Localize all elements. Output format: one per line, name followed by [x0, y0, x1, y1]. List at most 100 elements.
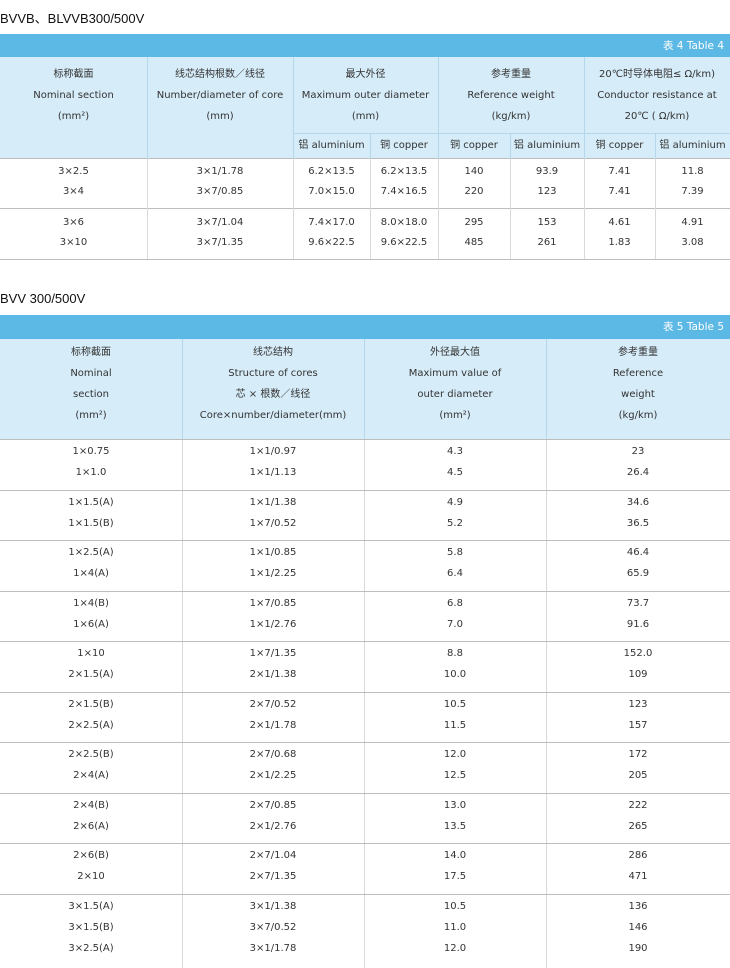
table5-cell: 205 — [628, 770, 648, 781]
table5-cell: 1×1.0 — [75, 467, 107, 478]
table5-cell: 2×6(B) — [73, 850, 109, 861]
table5-cell: 12.5 — [443, 770, 467, 781]
table5-cell: 190 — [628, 942, 648, 954]
table5-cell: 2×7/1.04 — [249, 850, 297, 861]
table5-cell: 11.0 — [443, 921, 467, 933]
table5-cell: 2×4(B) — [73, 799, 109, 811]
table5-cell: 1×6(A) — [73, 618, 109, 630]
table5-cell: 1×2.5(A) — [68, 547, 114, 558]
table4-header-nominal-section: 标称截面 Nominal section (mm²) — [33, 69, 114, 122]
table5-cell: 3×2.5(A) — [68, 942, 114, 954]
table5-cell: 1×1/1.38 — [249, 496, 297, 508]
table5-cell: 1×7/1.35 — [249, 648, 297, 659]
table5-cell: 14.0 — [443, 850, 467, 861]
table5-cell: 4.9 — [447, 496, 463, 508]
table5-cell: 26.4 — [626, 467, 650, 478]
table4-cell: 123 — [537, 186, 557, 197]
table5-cell: 91.6 — [626, 618, 650, 630]
table5-cell: 1×1.5(A) — [68, 496, 114, 508]
table5-cell: 2×1/2.25 — [249, 770, 297, 781]
table4-cell: 140 — [464, 166, 484, 177]
table4-cell: 3×4 — [62, 186, 85, 197]
table4-cell: 4.91 — [681, 217, 704, 228]
table4-cell: 7.39 — [681, 186, 704, 197]
table4-cell: 7.4×16.5 — [380, 186, 428, 197]
table5-cell: 23 — [631, 446, 645, 457]
table4-cell: 3×6 — [62, 217, 85, 228]
table5-cell: 1×4(A) — [73, 568, 109, 579]
table4-subheader: 铝 aluminium — [659, 140, 726, 151]
table5-cell: 1×1/2.25 — [249, 568, 297, 579]
table4-cell: 3×7/1.35 — [196, 237, 244, 248]
table4-cell: 261 — [537, 237, 557, 248]
table4-cell: 9.6×22.5 — [308, 237, 355, 248]
table4-cell: 1.83 — [608, 237, 631, 248]
table4-cell: 295 — [464, 217, 484, 228]
table5-cell: 1×7/0.85 — [249, 597, 297, 609]
table4-cell: 9.6×22.5 — [380, 237, 428, 248]
table5-cell: 157 — [628, 719, 648, 731]
table5-cell: 36.5 — [626, 517, 650, 529]
table4-cell: 6.2×13.5 — [308, 166, 355, 177]
table5-cell: 5.8 — [447, 547, 463, 558]
table4-cell: 3×7/1.04 — [196, 217, 244, 228]
table4-cell: 7.0×15.0 — [308, 186, 355, 197]
table4-subheader: 铜 copper — [595, 140, 644, 151]
table5-cell: 2×7/0.68 — [249, 749, 297, 760]
table5-cell: 8.8 — [447, 648, 463, 659]
table4-subheader: 铜 copper — [380, 140, 428, 151]
table5-cell: 1×1/1.13 — [249, 467, 297, 478]
table4-label: 表 4 Table 4 — [662, 40, 724, 52]
table5-cell: 1×1/0.97 — [249, 446, 297, 457]
table4-cell: 3×10 — [59, 237, 88, 248]
table5-section-title: BVV 300/500V — [0, 291, 86, 306]
table5-cell: 4.3 — [447, 446, 463, 457]
table5-cell: 65.9 — [626, 568, 650, 579]
table5-cell: 5.2 — [447, 517, 463, 529]
table5-cell: 2×2.5(A) — [68, 719, 114, 731]
table5-cell: 2×7/0.85 — [249, 799, 297, 811]
table5-header-reference-weight: 参考重量 Reference weight (kg/km) — [612, 347, 664, 421]
table5-cell: 1×4(B) — [73, 597, 109, 609]
table5-cell: 3×7/0.52 — [249, 921, 297, 933]
table5-cell: 73.7 — [626, 597, 650, 609]
table4-section-title: BVVB、BLVVB300/500V — [0, 11, 145, 26]
table5-cell: 12.0 — [443, 942, 467, 954]
table5-cell: 10.5 — [443, 900, 467, 912]
table5-cell: 2×7/1.35 — [249, 871, 297, 882]
table5-cell: 1×10 — [77, 648, 105, 659]
table4-header-conductor-resistance: 20℃时导体电阻≤ Ω/km) Conductor resistance at 20… — [597, 69, 717, 122]
table5-cell: 2×4(A) — [73, 770, 109, 781]
table5-cell: 2×1.5(A) — [68, 669, 114, 680]
table5-cell: 109 — [628, 669, 648, 680]
table4-header-max-outer-diameter: 最大外径 Maximum outer diameter (mm) — [301, 69, 430, 122]
table5-label: 表 5 Table 5 — [662, 321, 724, 333]
table5-cell: 6.4 — [447, 568, 463, 579]
table5-cell: 1×1.5(B) — [68, 517, 114, 529]
table5-cell: 3×1.5(A) — [68, 900, 114, 912]
table5-cell: 2×2.5(B) — [68, 749, 114, 760]
table5-cell: 17.5 — [443, 871, 467, 882]
table5-cell: 7.0 — [447, 618, 463, 630]
table5-cell: 3×1/1.38 — [249, 900, 297, 912]
table4-header-core-structure: 线芯结构根数／线径 Number/diameter of core (mm) — [156, 69, 284, 122]
table5-cell: 13.5 — [443, 820, 467, 832]
table5-cell: 146 — [628, 921, 648, 933]
table4-cell: 4.61 — [608, 217, 631, 228]
table5-cell: 3×1.5(B) — [68, 921, 114, 933]
table4-cell: 3×1/1.78 — [196, 166, 244, 177]
table5-cell: 2×1.5(B) — [68, 698, 114, 710]
table4-cell: 6.2×13.5 — [380, 166, 428, 177]
table4-cell: 7.41 — [608, 186, 631, 197]
table4-cell: 11.8 — [681, 166, 704, 177]
table5-cell: 13.0 — [443, 799, 467, 811]
table5-cell: 2×1/1.38 — [249, 669, 297, 680]
table4-header-reference-weight: 参考重量 Reference weight (kg/km) — [467, 69, 555, 122]
table5-cell: 2×10 — [77, 871, 105, 882]
table5-cell: 136 — [628, 900, 648, 912]
table5-header-core-structure: 线芯结构 Structure of cores 芯 × 根数／线径 Core×numb… — [199, 347, 347, 421]
table5-cell: 12.0 — [443, 749, 467, 760]
table5-cell: 34.6 — [626, 496, 650, 508]
table5-label-bar: 表 5 Table 5 — [0, 315, 730, 339]
table4-cell: 485 — [464, 237, 484, 248]
